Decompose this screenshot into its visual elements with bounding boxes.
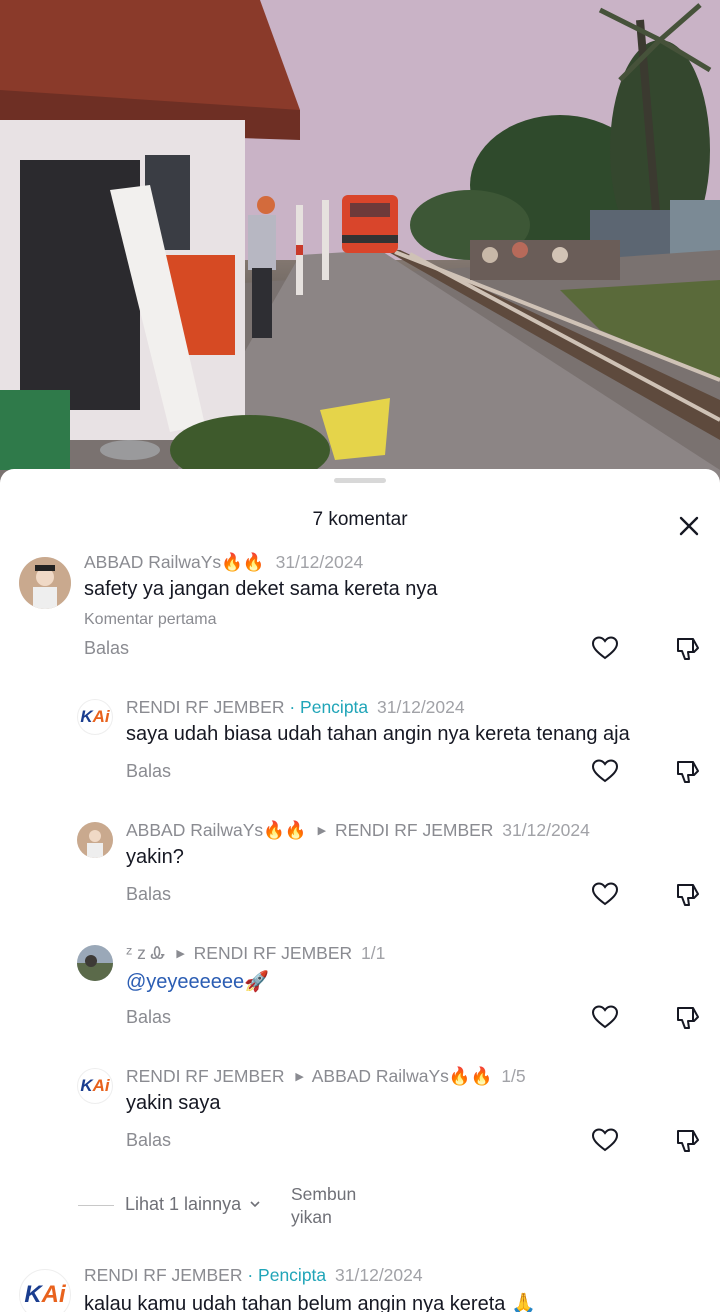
reply-item: K Ai RENDI RF JEMBER ▶ ABBAD RailwaYs🔥🔥 1… (0, 1064, 720, 1184)
username[interactable]: RENDI RF JEMBER (84, 1265, 242, 1285)
reply-item: K Ai RENDI RF JEMBER · Pencipta 31/12/202… (0, 695, 720, 815)
heart-outline-icon[interactable] (590, 1002, 620, 1032)
logo-letter: K (24, 1281, 42, 1308)
comment-text: safety ya jangan deket sama kereta nya (84, 578, 438, 600)
video-background (0, 0, 720, 500)
comments-sheet: 7 komentar ABBAD RailwaYs🔥🔥 31/12/2024 s… (0, 469, 720, 1312)
creator-badge: · Pencipta (247, 1265, 327, 1285)
username[interactable]: RENDI RF JEMBER (126, 1066, 284, 1086)
avatar[interactable]: K Ai (19, 1269, 71, 1312)
thumbs-down-icon[interactable] (674, 879, 704, 909)
view-more-replies-button[interactable]: Lihat 1 lainnya (125, 1194, 262, 1216)
logo-letter: K (80, 707, 93, 726)
avatar[interactable]: K Ai (77, 699, 113, 735)
reply-button[interactable]: Balas (126, 1007, 171, 1028)
heart-outline-icon[interactable] (590, 633, 620, 663)
username[interactable]: ABBAD RailwaYs🔥🔥 (84, 552, 265, 572)
comment-date: 31/12/2024 (335, 1265, 423, 1285)
logo-letter: K (80, 1076, 93, 1095)
logo-letters: Ai (41, 1281, 66, 1308)
reply-to-arrow-icon: ▶ (317, 825, 327, 837)
avatar[interactable]: K Ai (77, 1068, 113, 1104)
comment-text: yakin? (126, 846, 184, 868)
comment-header: RENDI RF JEMBER · Pencipta 31/12/2024 (84, 1265, 423, 1286)
comment-date: 31/12/2024 (377, 697, 465, 717)
comment-text: saya udah biasa udah tahan angin nya ker… (126, 723, 630, 745)
first-comment-tag: Komentar pertama (84, 611, 217, 628)
reply-button[interactable]: Balas (126, 1130, 171, 1151)
comment-text: yakin saya (126, 1092, 221, 1114)
comment-header: ᶻ z Ꮂ ▶ RENDI RF JEMBER 1/1 (126, 943, 385, 964)
comment-date: 1/1 (361, 943, 386, 963)
comment-mention[interactable]: @yeyeeeeee🚀 (126, 969, 269, 994)
comment-header: RENDI RF JEMBER ▶ ABBAD RailwaYs🔥🔥 1/5 (126, 1066, 526, 1087)
avatar[interactable] (19, 557, 71, 609)
comment-item: K Ai RENDI RF JEMBER · Pencipta 31/12/202… (0, 1263, 720, 1312)
creator-badge: · Pencipta (289, 697, 369, 717)
close-icon[interactable] (672, 509, 706, 543)
divider (78, 1205, 114, 1206)
avatar[interactable] (77, 822, 113, 858)
reply-button[interactable]: Balas (126, 884, 171, 905)
thumbs-down-icon[interactable] (674, 1002, 704, 1032)
comment-text: kalau kamu udah tahan belum angin nya ke… (84, 1293, 536, 1312)
reply-item: ABBAD RailwaYs🔥🔥 ▶ RENDI RF JEMBER 31/12… (0, 818, 720, 938)
logo-letters: Ai (92, 1076, 110, 1095)
thumbs-down-icon[interactable] (674, 1125, 704, 1155)
username[interactable]: ABBAD RailwaYs🔥🔥 (126, 820, 307, 840)
hide-label-line2: yikan (291, 1207, 332, 1227)
heart-outline-icon[interactable] (590, 1125, 620, 1155)
chevron-down-icon (248, 1195, 262, 1216)
thumbs-down-icon[interactable] (674, 756, 704, 786)
reply-target[interactable]: RENDI RF JEMBER (194, 943, 352, 963)
heart-outline-icon[interactable] (590, 879, 620, 909)
reply-to-arrow-icon: ▶ (176, 948, 185, 960)
username[interactable]: ᶻ z Ꮂ (126, 943, 165, 963)
reply-button[interactable]: Balas (84, 638, 129, 659)
drag-handle[interactable] (334, 478, 386, 483)
reply-button[interactable]: Balas (126, 761, 171, 782)
comment-item: ABBAD RailwaYs🔥🔥 31/12/2024 safety ya ja… (0, 549, 720, 669)
thumbs-down-icon[interactable] (674, 633, 704, 663)
comment-header: ABBAD RailwaYs🔥🔥 ▶ RENDI RF JEMBER 31/12… (126, 820, 590, 841)
video-scene (0, 0, 720, 500)
comment-header: RENDI RF JEMBER · Pencipta 31/12/2024 (126, 697, 465, 718)
hide-replies-button[interactable]: Sembun yikan (291, 1183, 371, 1229)
comment-date: 1/5 (501, 1066, 526, 1086)
hide-label-line1: Sembun (291, 1184, 357, 1204)
logo-letters: Ai (92, 707, 110, 726)
reply-to-arrow-icon: ▶ (295, 1071, 304, 1083)
comments-count-title: 7 komentar (312, 509, 408, 530)
username[interactable]: RENDI RF JEMBER (126, 697, 284, 717)
comment-date: 31/12/2024 (275, 552, 364, 572)
comment-date: 31/12/2024 (502, 820, 590, 840)
reply-target[interactable]: ABBAD RailwaYs🔥🔥 (312, 1066, 493, 1086)
thread-controls: Lihat 1 lainnya Sembun yikan (0, 1181, 720, 1231)
view-more-label: Lihat 1 lainnya (125, 1194, 242, 1214)
reply-target[interactable]: RENDI RF JEMBER (335, 820, 493, 840)
reply-item: ᶻ z Ꮂ ▶ RENDI RF JEMBER 1/1 @yeyeeeeee🚀 … (0, 941, 720, 1061)
heart-outline-icon[interactable] (590, 756, 620, 786)
avatar[interactable] (77, 945, 113, 981)
comment-header: ABBAD RailwaYs🔥🔥 31/12/2024 (84, 552, 363, 573)
